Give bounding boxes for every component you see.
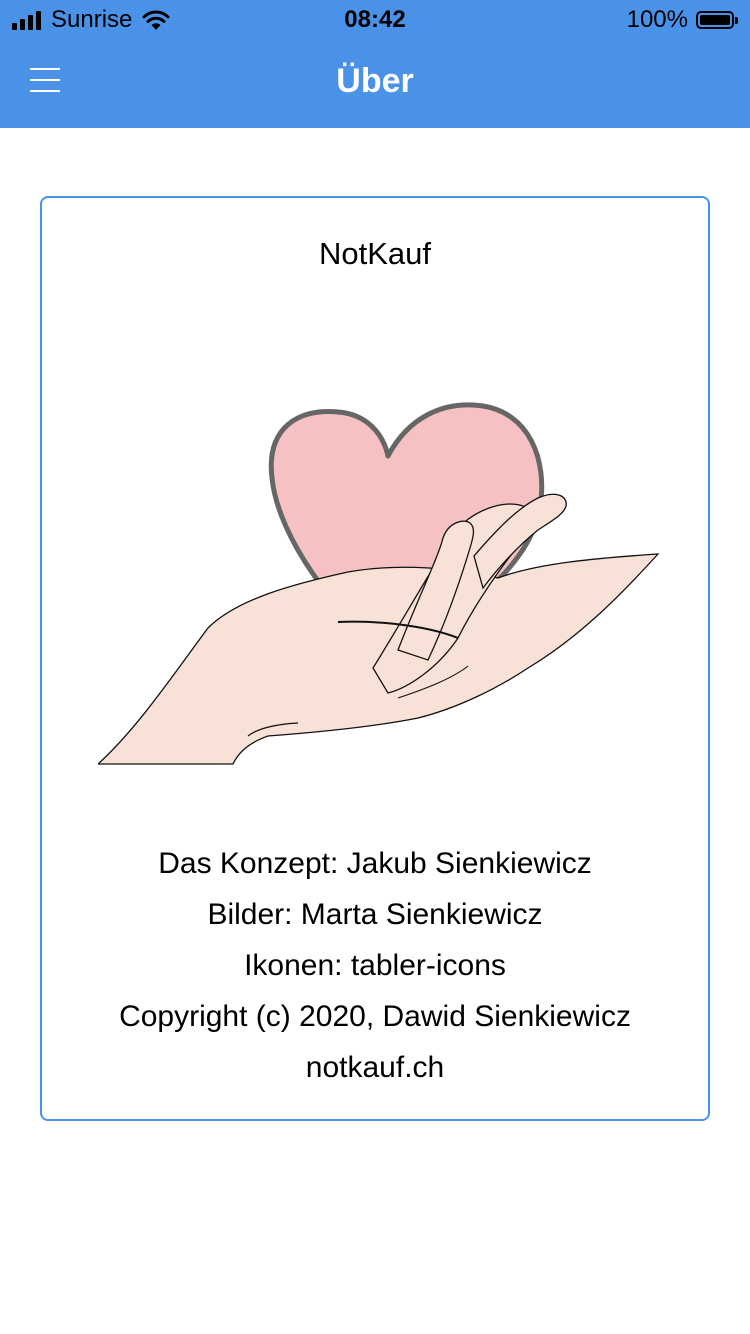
battery-fill: [700, 15, 730, 25]
status-right: 100%: [627, 6, 738, 34]
battery-icon: [696, 11, 734, 29]
credit-images: Bilder: Marta Sienkiewicz: [207, 898, 543, 931]
credit-icons: Ikonen: tabler-icons: [244, 949, 506, 982]
app-name: NotKauf: [318, 236, 431, 271]
battery-percent: 100%: [626, 6, 688, 33]
website-link[interactable]: notkauf.ch: [42, 1042, 708, 1093]
credit-concept: Das Konzept: Jakub Sienkiewicz: [158, 847, 592, 880]
hand-holding-heart-image: [98, 402, 660, 765]
navigation-bar: Über: [0, 40, 750, 128]
status-bar: Sunrise 08:42 100%: [0, 0, 750, 40]
credits: Das Konzept: Jakub Sienkiewicz Bilder: M…: [42, 838, 708, 1093]
battery-tip: [735, 16, 738, 24]
page-title: Über: [336, 62, 414, 100]
copyright-text: Copyright (c) 2020, Dawid Sienkiewicz: [119, 1000, 631, 1033]
about-card: NotKauf Das Konzept: Jakub Sienkiewicz B…: [40, 196, 710, 1121]
